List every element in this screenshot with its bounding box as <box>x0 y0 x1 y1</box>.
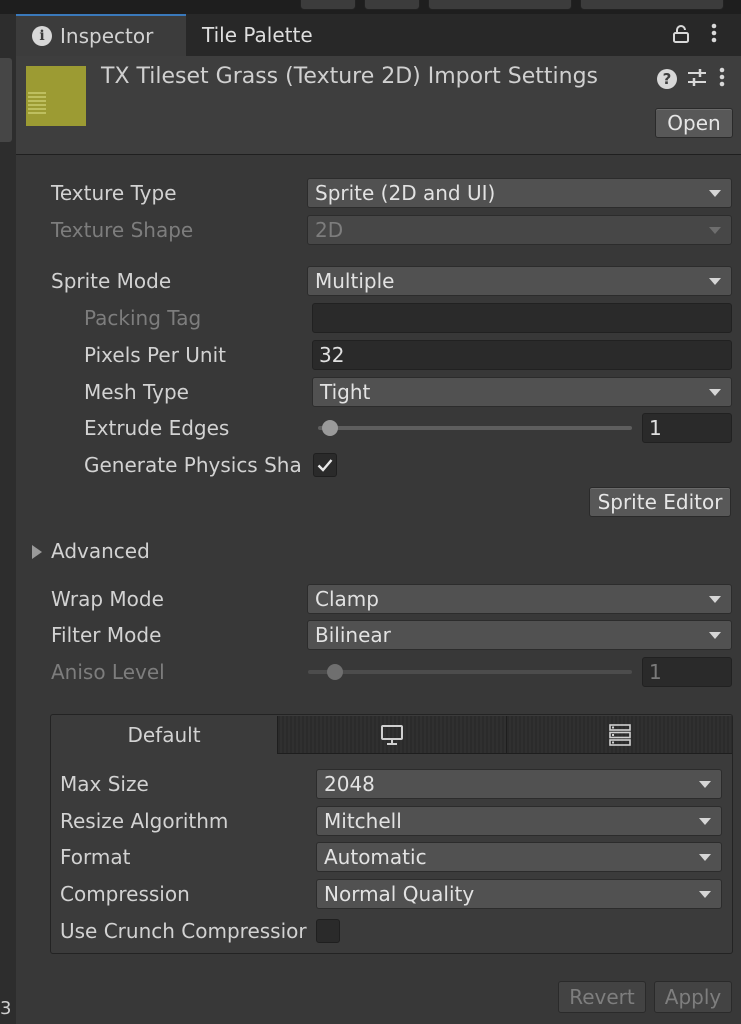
tab-tile-palette[interactable]: Tile Palette <box>186 14 362 56</box>
aniso-level-slider-track <box>308 670 632 674</box>
tab-tile-palette-label: Tile Palette <box>202 23 313 47</box>
max-size-value: 2048 <box>324 772 375 796</box>
wrap-mode-label: Wrap Mode <box>51 587 164 611</box>
extrude-edges-slider-track[interactable] <box>318 426 632 430</box>
wrap-mode-value: Clamp <box>315 587 379 611</box>
format-label: Format <box>60 845 131 869</box>
texture-shape-label: Texture Shape <box>51 218 194 242</box>
foldout-arrow-icon[interactable] <box>32 545 42 559</box>
generate-physics-shape-label: Generate Physics Sha <box>84 453 302 477</box>
texture-thumbnail <box>26 66 86 126</box>
texture-type-value: Sprite (2D and UI) <box>315 181 496 205</box>
tab-bar: i Inspector Tile Palette <box>16 14 741 57</box>
toolbar-button[interactable] <box>364 0 420 10</box>
info-icon: i <box>32 26 52 46</box>
format-value: Automatic <box>324 845 427 869</box>
help-icon[interactable]: ? <box>657 69 677 89</box>
pixels-per-unit-label: Pixels Per Unit <box>84 343 226 367</box>
chevron-down-icon <box>699 891 711 898</box>
platform-tab-default[interactable]: Default <box>51 716 277 754</box>
packing-tag-label: Packing Tag <box>84 306 202 330</box>
left-dock-edge <box>0 14 16 1024</box>
chevron-down-icon <box>699 854 711 861</box>
tab-inspector[interactable]: i Inspector <box>16 14 186 56</box>
platform-tab-default-label: Default <box>127 723 201 747</box>
resize-algorithm-label: Resize Algorithm <box>60 809 229 833</box>
use-crunch-compression-label: Use Crunch Compressior <box>60 919 307 943</box>
compression-value: Normal Quality <box>324 882 475 906</box>
asset-title: TX Tileset Grass (Texture 2D) Import Set… <box>101 64 598 89</box>
filter-mode-value: Bilinear <box>315 623 391 647</box>
filter-mode-label: Filter Mode <box>51 623 162 647</box>
sprite-editor-button[interactable]: Sprite Editor <box>589 487 731 517</box>
generate-physics-shape-checkbox[interactable] <box>313 453 337 477</box>
format-dropdown[interactable]: Automatic <box>316 842 722 872</box>
compression-dropdown[interactable]: Normal Quality <box>316 879 722 909</box>
aniso-level-label: Aniso Level <box>51 660 165 684</box>
left-dock-selection <box>0 58 12 142</box>
left-edge-glyph: 3 <box>0 998 12 1019</box>
use-crunch-compression-checkbox[interactable] <box>316 919 340 943</box>
chevron-down-icon <box>709 227 721 234</box>
layers-dropdown[interactable] <box>428 0 572 10</box>
extrude-edges-label: Extrude Edges <box>84 416 230 440</box>
chevron-down-icon <box>699 818 711 825</box>
aniso-level-input: 1 <box>642 657 732 687</box>
aniso-level-slider-knob <box>327 664 343 680</box>
extrude-edges-slider-knob[interactable] <box>322 420 338 436</box>
monitor-icon <box>381 724 403 745</box>
pixels-per-unit-input[interactable]: 32 <box>312 340 732 370</box>
resize-algorithm-dropdown[interactable]: Mitchell <box>316 806 722 836</box>
max-size-label: Max Size <box>60 772 149 796</box>
preset-icon[interactable] <box>686 67 708 89</box>
texture-shape-dropdown: 2D <box>307 215 732 245</box>
extrude-edges-input[interactable]: 1 <box>642 413 732 443</box>
packing-tag-input[interactable] <box>312 303 732 333</box>
resize-algorithm-value: Mitchell <box>324 809 402 833</box>
more-options-icon[interactable] <box>710 22 718 44</box>
wrap-mode-dropdown[interactable]: Clamp <box>307 584 732 614</box>
chevron-down-icon <box>709 632 721 639</box>
open-button[interactable]: Open <box>655 108 733 138</box>
layout-dropdown[interactable] <box>580 0 724 10</box>
mesh-type-dropdown[interactable]: Tight <box>312 377 732 407</box>
chevron-down-icon <box>709 190 721 197</box>
sprite-mode-label: Sprite Mode <box>51 269 172 293</box>
max-size-dropdown[interactable]: 2048 <box>316 769 722 799</box>
sprite-mode-dropdown[interactable]: Multiple <box>307 266 732 296</box>
server-icon <box>608 723 631 746</box>
chevron-down-icon <box>709 596 721 603</box>
chevron-down-icon <box>709 278 721 285</box>
checkmark-icon <box>317 459 333 472</box>
platform-tab-standalone[interactable] <box>277 716 506 754</box>
header-more-icon[interactable] <box>718 66 726 88</box>
mesh-type-label: Mesh Type <box>84 380 189 404</box>
texture-shape-value: 2D <box>315 218 344 242</box>
revert-button[interactable]: Revert <box>558 981 646 1013</box>
filter-mode-dropdown[interactable]: Bilinear <box>307 620 732 650</box>
chevron-down-icon <box>699 781 711 788</box>
advanced-foldout-label[interactable]: Advanced <box>51 539 150 563</box>
compression-label: Compression <box>60 882 190 906</box>
tab-inspector-label: Inspector <box>60 24 154 48</box>
lock-icon[interactable] <box>672 24 690 44</box>
toolbar-button[interactable] <box>300 0 356 10</box>
apply-button[interactable]: Apply <box>654 981 732 1013</box>
chevron-down-icon <box>709 389 721 396</box>
platform-tab-server[interactable] <box>506 716 732 754</box>
top-toolbar-strip <box>0 0 741 14</box>
texture-type-label: Texture Type <box>51 181 177 205</box>
texture-type-dropdown[interactable]: Sprite (2D and UI) <box>307 178 732 208</box>
sprite-mode-value: Multiple <box>315 269 395 293</box>
mesh-type-value: Tight <box>320 380 371 404</box>
